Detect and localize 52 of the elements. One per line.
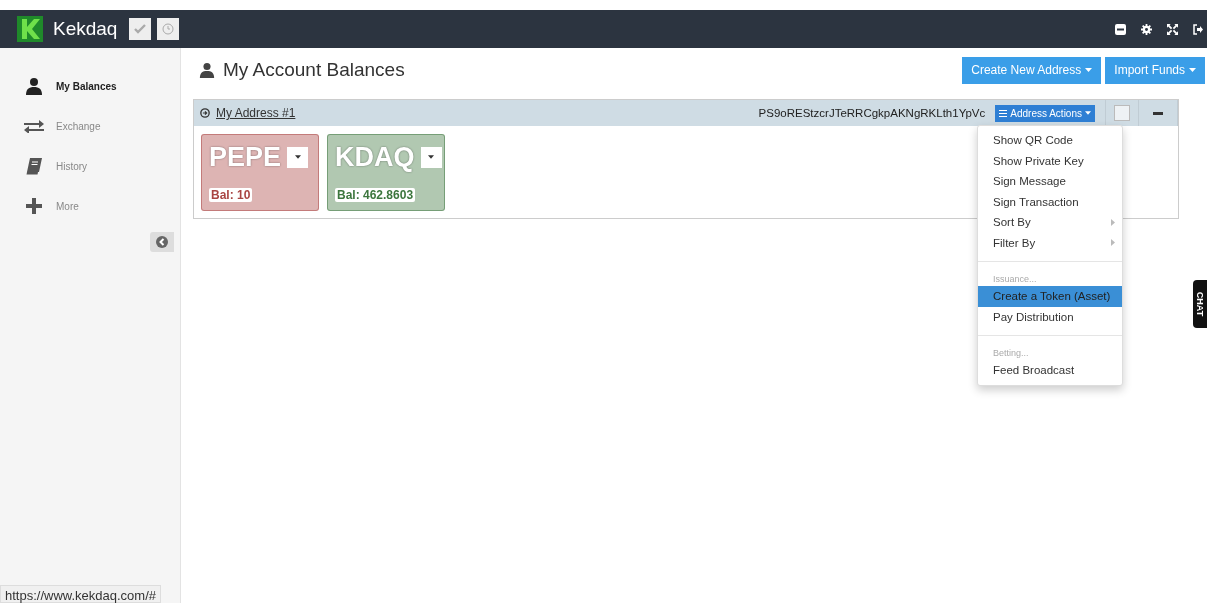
menu-item[interactable]: Feed Broadcast [978, 360, 1122, 381]
caret-icon [1189, 68, 1196, 72]
address-key: PS9oREStzcrJTeRRCgkpAKNgRKLth1YpVc [758, 107, 986, 119]
book-icon [24, 157, 44, 175]
menu-item[interactable]: Sign Message [978, 171, 1122, 192]
caret-icon [428, 155, 434, 159]
token-menu-button[interactable] [287, 146, 309, 168]
caret-icon [1085, 68, 1093, 72]
menu-item[interactable]: Sign Transaction [978, 191, 1122, 212]
minus-icon[interactable] [1153, 111, 1163, 115]
clock-button[interactable] [157, 18, 180, 40]
menu-item[interactable]: Filter By [978, 232, 1122, 253]
menu-item[interactable]: Create a Token (Asset) [978, 286, 1122, 307]
menu-icon [999, 109, 1008, 117]
circle-arrow-icon [200, 108, 210, 118]
chat-tab[interactable]: CHAT [1193, 280, 1207, 328]
minimize-icon[interactable] [1115, 23, 1126, 35]
expand-icon[interactable] [1167, 23, 1178, 35]
user-icon [199, 62, 215, 78]
check-button[interactable] [129, 18, 152, 40]
user-icon [24, 77, 44, 95]
logo-icon [17, 16, 43, 42]
menu-item[interactable]: Sort By [978, 212, 1122, 233]
submenu-arrow-icon [1111, 218, 1115, 226]
token-symbol: KDAQ [335, 141, 415, 173]
checkbox[interactable] [1114, 105, 1130, 121]
status-url: https://www.kekdaq.com/# [0, 585, 161, 603]
menu-section-header: Issuance... [992, 273, 1038, 286]
settings-icon[interactable] [1141, 23, 1152, 35]
sidebar-item[interactable]: My Balances [0, 66, 180, 106]
exchange-icon [24, 119, 44, 133]
token-balance: Bal: 10 [209, 188, 253, 202]
menu-section-header: Betting... [992, 347, 1030, 360]
address-actions-button[interactable]: Address Actions [995, 104, 1095, 122]
plus-icon [24, 198, 44, 214]
collapse-button[interactable] [150, 232, 174, 252]
submenu-arrow-icon [1111, 239, 1115, 247]
page-title: My Account Balances [223, 59, 405, 81]
token-symbol: PEPE [209, 141, 282, 173]
menu-item[interactable]: Pay Distribution [978, 306, 1122, 327]
token-balance: Bal: 462.8603 [335, 188, 416, 202]
caret-icon [1085, 111, 1091, 115]
clock-icon [162, 23, 175, 35]
check-icon [134, 23, 147, 35]
back-arrow-icon [156, 236, 168, 248]
token-menu-button[interactable] [420, 146, 442, 168]
logout-icon[interactable] [1193, 23, 1203, 35]
menu-item[interactable]: Show QR Code [978, 130, 1122, 151]
brand-name: Kekdaq [53, 18, 118, 40]
caret-icon [294, 155, 301, 159]
menu-item[interactable]: Show Private Key [978, 150, 1122, 171]
address-link[interactable]: My Address #1 [216, 106, 296, 120]
